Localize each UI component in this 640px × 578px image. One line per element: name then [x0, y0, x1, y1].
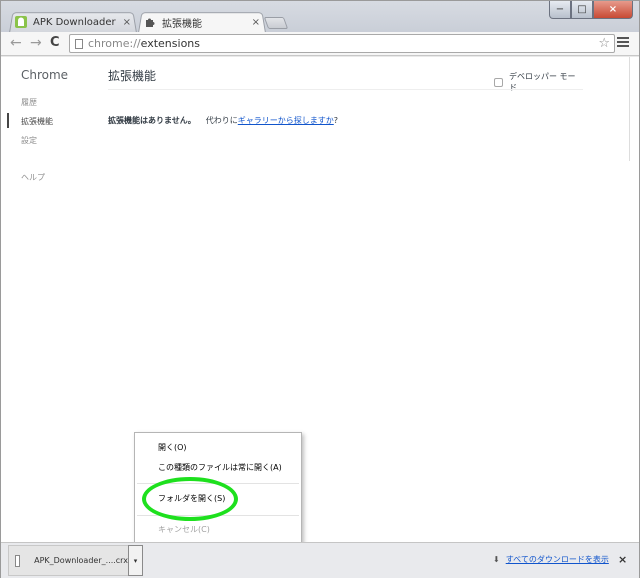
gallery-link[interactable]: ギャラリーから探しますか [238, 116, 334, 125]
reload-icon[interactable]: C [50, 35, 60, 51]
tab-title: APK Downloader [Latest [33, 16, 119, 28]
forward-arrow-icon[interactable]: → [30, 35, 42, 51]
tab-extensions[interactable]: 拡張機能 × [138, 11, 266, 33]
extensions-page: Chrome 履歴 拡張機能 設定 ヘルプ 拡張機能 デベロッパー モード 拡張… [1, 57, 639, 542]
back-arrow-icon[interactable]: ← [10, 35, 22, 51]
browser-window: APK Downloader [Latest × 拡張機能 × − □ × ← … [0, 0, 640, 578]
bookmark-star-icon[interactable]: ☆ [598, 36, 610, 51]
puzzle-icon [144, 16, 156, 28]
menu-item-always-open[interactable]: この種類のファイルは常に開く(A) [158, 462, 282, 473]
download-dropdown-button[interactable]: ▾ [128, 545, 143, 576]
page-icon [75, 39, 83, 49]
sidebar-item-extensions[interactable]: 拡張機能 [21, 116, 53, 127]
url-scheme: chrome:// [88, 37, 141, 50]
title-divider [108, 89, 583, 90]
menu-hamburger-icon[interactable] [617, 37, 629, 49]
close-window-button[interactable]: × [593, 1, 633, 19]
url-path: extensions [140, 37, 200, 50]
sidebar: Chrome 履歴 拡張機能 設定 ヘルプ [1, 57, 89, 542]
tab-title: 拡張機能 [162, 18, 202, 30]
tab-apk-downloader[interactable]: APK Downloader [Latest × [9, 11, 137, 33]
file-icon [15, 554, 21, 567]
tab-close-icon[interactable]: × [119, 17, 131, 28]
sidebar-title: Chrome [21, 68, 69, 82]
alt-prefix: 代わりに [205, 116, 238, 125]
no-extensions-text: 拡張機能はありません。 [108, 116, 196, 125]
sidebar-item-help[interactable]: ヘルプ [21, 172, 45, 183]
show-all-downloads[interactable]: ⬇ すべてのダウンロードを表示 [493, 554, 609, 565]
menu-item-open[interactable]: 開く(O) [158, 442, 187, 453]
tab-strip: APK Downloader [Latest × 拡張機能 × − □ × [1, 1, 639, 33]
toolbar: ← → C chrome://extensions ☆ [1, 32, 639, 56]
show-all-downloads-link[interactable]: すべてのダウンロードを表示 [506, 554, 609, 565]
sidebar-selected-marker [7, 113, 9, 128]
alt-suffix: ? [333, 116, 339, 125]
download-file-name: APK_Downloader_....crx [34, 556, 128, 565]
window-controls: − □ × [549, 1, 633, 19]
content-edge [629, 57, 630, 161]
download-shelf: APK_Downloader_....crx ▾ ⬇ すべてのダウンロードを表示… [1, 542, 639, 578]
android-icon [15, 16, 27, 28]
shelf-close-icon[interactable]: × [618, 553, 627, 566]
download-arrow-icon: ⬇ [493, 555, 500, 564]
developer-mode-checkbox[interactable] [494, 77, 503, 87]
maximize-button[interactable]: □ [571, 1, 593, 19]
minimize-button[interactable]: − [549, 1, 571, 19]
highlight-circle [142, 477, 238, 521]
new-tab-button[interactable] [263, 17, 289, 29]
sidebar-item-history[interactable]: 履歴 [21, 97, 37, 108]
page-title: 拡張機能 [108, 69, 157, 83]
menu-item-cancel: キャンセル(C) [158, 525, 210, 534]
address-bar[interactable]: chrome://extensions ☆ [69, 34, 615, 53]
download-item[interactable]: APK_Downloader_....crx [8, 545, 128, 576]
tab-close-icon[interactable]: × [248, 17, 260, 28]
sidebar-item-settings[interactable]: 設定 [21, 135, 37, 146]
empty-message: 拡張機能はありません。 代わりにギャラリーから探しますか? [108, 115, 338, 126]
